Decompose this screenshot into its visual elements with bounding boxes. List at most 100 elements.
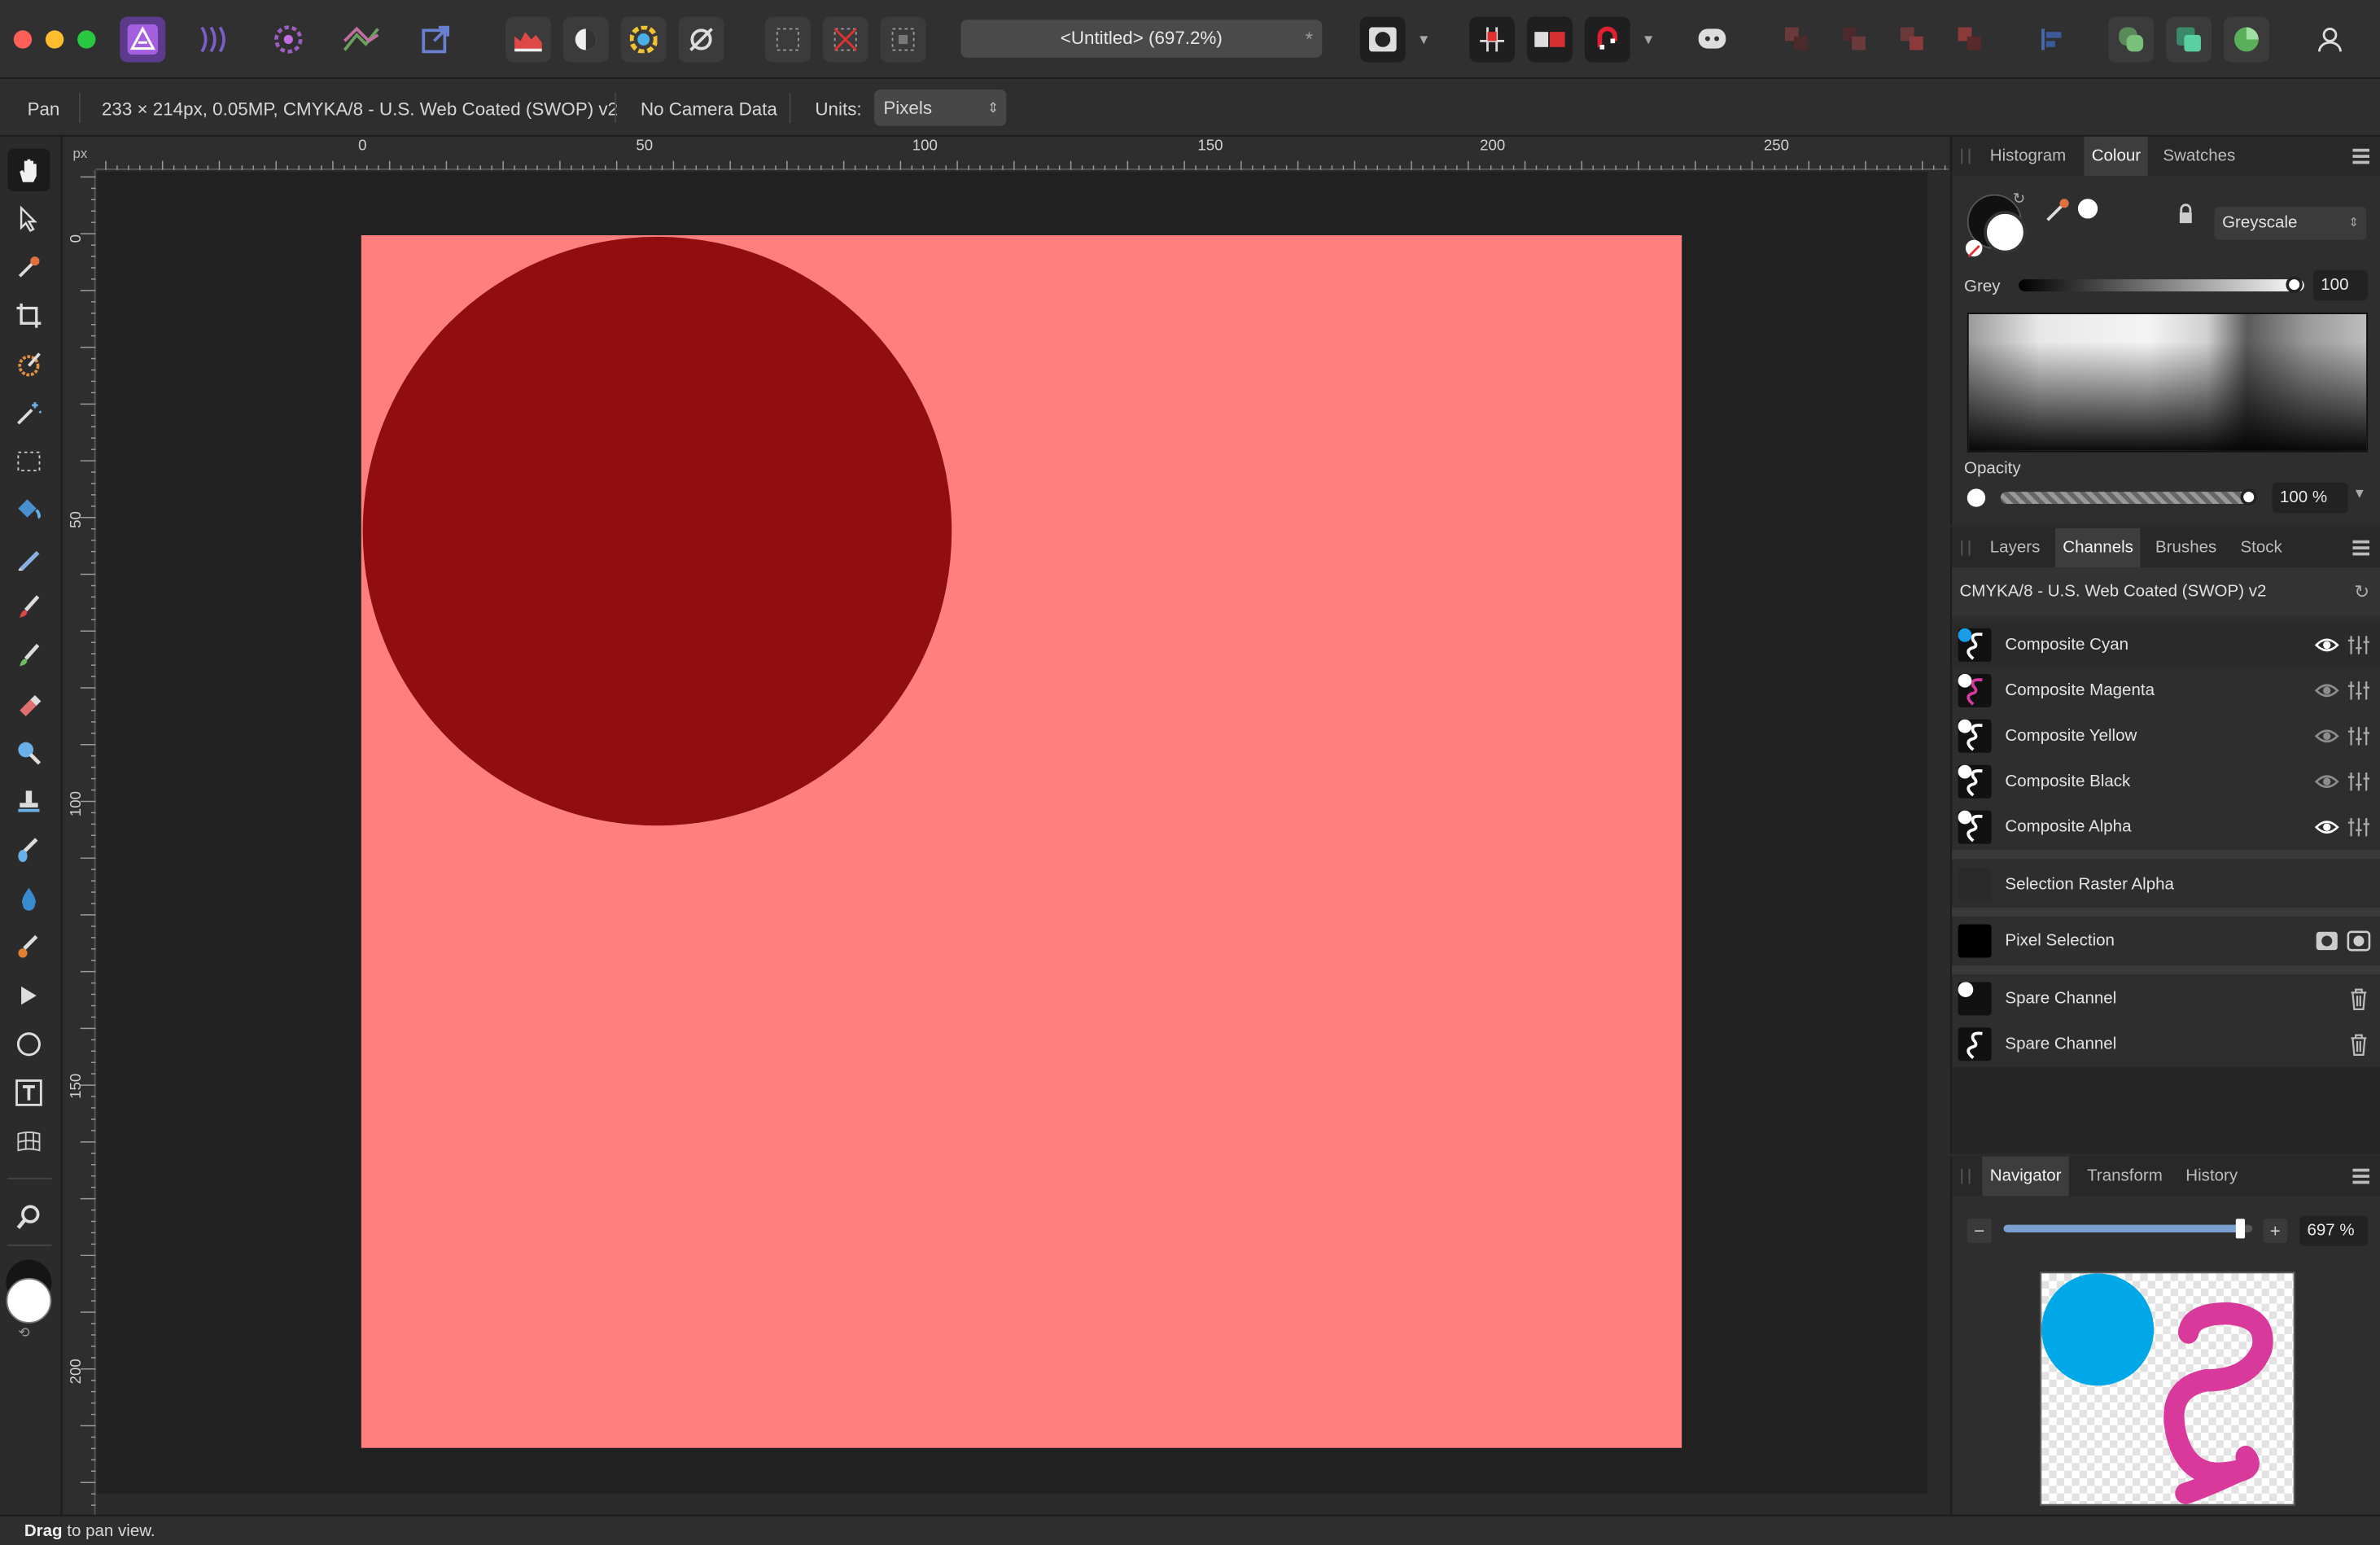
- zoom-tool-magnifier-icon[interactable]: [7, 1196, 50, 1238]
- flood-fill-bucket-icon[interactable]: [7, 488, 50, 531]
- channel-row-spare-1[interactable]: Spare Channel: [1952, 976, 2380, 1022]
- arrange-forward-icon[interactable]: [1890, 17, 1936, 63]
- gradient-pencil-icon[interactable]: [7, 537, 50, 580]
- align-icon[interactable]: [2029, 17, 2075, 63]
- tab-channels[interactable]: Channels: [2054, 527, 2142, 568]
- assistant-icon[interactable]: [1690, 17, 1735, 63]
- account-icon[interactable]: [2307, 17, 2352, 63]
- pan-tool-hand-icon[interactable]: [7, 148, 50, 191]
- tab-histogram[interactable]: Histogram: [1982, 137, 2073, 176]
- zoom-in-button[interactable]: +: [2263, 1219, 2288, 1244]
- channel-row-cyan[interactable]: Composite Cyan: [1952, 622, 2380, 668]
- deselect-icon[interactable]: [822, 16, 868, 63]
- arrange-front-icon[interactable]: [1948, 17, 1993, 63]
- tab-navigator[interactable]: Navigator: [1982, 1156, 2069, 1197]
- swap-colours-icon[interactable]: ⟲: [18, 1325, 29, 1342]
- colour-picker-eyedropper-icon[interactable]: [7, 246, 50, 288]
- tab-brushes[interactable]: Brushes: [2148, 528, 2225, 567]
- snapping-grid-icon[interactable]: [1469, 16, 1516, 63]
- panel-grip-icon[interactable]: [1961, 1168, 1971, 1184]
- grey-value-field[interactable]: 100: [2312, 269, 2369, 301]
- eye-visibility-icon[interactable]: [2314, 724, 2339, 748]
- invert-mask-icon[interactable]: [2347, 929, 2371, 953]
- paint-brush-icon[interactable]: [7, 586, 50, 628]
- navigator-preview[interactable]: [2040, 1271, 2295, 1506]
- panel-grip-icon[interactable]: [1961, 148, 1971, 164]
- select-all-icon[interactable]: [764, 16, 811, 63]
- text-tool-icon[interactable]: [7, 1071, 50, 1114]
- crop-tool-icon[interactable]: [7, 295, 50, 337]
- node-tool-icon[interactable]: [7, 974, 50, 1017]
- zoom-slider[interactable]: [2003, 1224, 2253, 1232]
- close-window-button[interactable]: [13, 30, 33, 49]
- selection-brush-icon[interactable]: [7, 343, 50, 385]
- tone-mapping-persona-icon[interactable]: [339, 17, 384, 63]
- arrange-backward-icon[interactable]: [1832, 17, 1878, 63]
- auto-white-balance-icon[interactable]: [678, 16, 724, 63]
- tab-transform[interactable]: Transform: [2080, 1157, 2170, 1196]
- vertical-scrollbar[interactable]: [1927, 171, 1949, 1515]
- units-select[interactable]: Pixels ⇕: [874, 90, 1007, 126]
- blur-drop-icon[interactable]: [7, 878, 50, 920]
- canvas-pasteboard[interactable]: [97, 171, 1949, 1515]
- arrange-back-icon[interactable]: [1774, 17, 1820, 63]
- channel-row-alpha[interactable]: Composite Alpha: [1952, 804, 2380, 850]
- grey-slider-knob[interactable]: [2286, 276, 2303, 293]
- quick-mask-options-chevron-icon[interactable]: ▼: [1413, 17, 1434, 63]
- tab-stock[interactable]: Stock: [2233, 528, 2290, 567]
- colour-picker-icon[interactable]: [2043, 197, 2076, 232]
- smudge-tool-icon[interactable]: [7, 829, 50, 871]
- studio-colour-icon[interactable]: [2223, 16, 2269, 63]
- opacity-slider[interactable]: [2000, 492, 2256, 505]
- develop-persona-icon[interactable]: [265, 17, 311, 63]
- horizontal-scrollbar[interactable]: [97, 1493, 1928, 1515]
- tab-swatches[interactable]: Swatches: [2155, 137, 2243, 176]
- grey-slider[interactable]: [2019, 279, 2304, 291]
- fill-colour-well[interactable]: [1984, 211, 2027, 254]
- eye-visibility-icon[interactable]: [2314, 769, 2339, 794]
- channel-row-magenta[interactable]: Composite Magenta: [1952, 667, 2380, 713]
- eye-visibility-icon[interactable]: [2314, 678, 2339, 702]
- zoom-value-field[interactable]: 697 %: [2299, 1215, 2369, 1246]
- zoom-out-button[interactable]: −: [1967, 1219, 1992, 1244]
- channel-row-selection-raster[interactable]: Selection Raster Alpha: [1952, 862, 2380, 908]
- channel-options-sliders-icon[interactable]: [2347, 632, 2371, 657]
- mask-icon[interactable]: [2315, 929, 2339, 953]
- panel-grip-icon[interactable]: [1961, 540, 1971, 556]
- colour-replacement-brush-icon[interactable]: [7, 634, 50, 676]
- clone-stamp-icon[interactable]: [7, 780, 50, 822]
- tab-history[interactable]: History: [2178, 1157, 2245, 1196]
- lock-icon[interactable]: [2177, 204, 2194, 232]
- colour-spectrum[interactable]: [1967, 313, 2369, 453]
- panel-menu-icon[interactable]: [2352, 1168, 2369, 1184]
- export-persona-icon[interactable]: [413, 17, 458, 63]
- trash-icon[interactable]: [2347, 987, 2371, 1011]
- channel-row-black[interactable]: Composite Black: [1952, 759, 2380, 804]
- channel-row-yellow[interactable]: Composite Yellow: [1952, 713, 2380, 759]
- zoom-slider-knob[interactable]: [2235, 1219, 2245, 1239]
- no-colour-icon[interactable]: [1965, 239, 1983, 258]
- channel-options-sliders-icon[interactable]: [2347, 815, 2371, 839]
- reset-channels-icon[interactable]: ↻: [2354, 567, 2369, 616]
- mesh-warp-icon[interactable]: [7, 1120, 50, 1162]
- zoom-window-button[interactable]: [77, 30, 96, 49]
- liquify-persona-icon[interactable]: [193, 17, 238, 63]
- invert-selection-icon[interactable]: [880, 16, 926, 63]
- tab-layers[interactable]: Layers: [1982, 528, 2047, 567]
- red-eye-tool-icon[interactable]: [7, 926, 50, 968]
- minimize-window-button[interactable]: [45, 30, 64, 49]
- primary-colour-swatch[interactable]: [6, 1277, 52, 1324]
- quick-mask-icon[interactable]: [1359, 16, 1406, 63]
- dodge-tool-icon[interactable]: [7, 732, 50, 774]
- levels-icon[interactable]: [505, 16, 551, 63]
- tab-colour[interactable]: Colour: [2084, 136, 2149, 177]
- opacity-slider-knob[interactable]: [2240, 488, 2257, 506]
- auto-colour-icon[interactable]: [620, 16, 667, 63]
- erase-brush-icon[interactable]: [7, 683, 50, 725]
- toggle-view-icon[interactable]: [1526, 16, 1573, 63]
- swap-colours-icon[interactable]: ↻: [2013, 191, 2026, 208]
- move-tool-arrow-icon[interactable]: [7, 197, 50, 239]
- channel-options-sliders-icon[interactable]: [2347, 769, 2371, 794]
- eye-visibility-icon[interactable]: [2314, 815, 2339, 839]
- ellipse-tool-icon[interactable]: [7, 1023, 50, 1066]
